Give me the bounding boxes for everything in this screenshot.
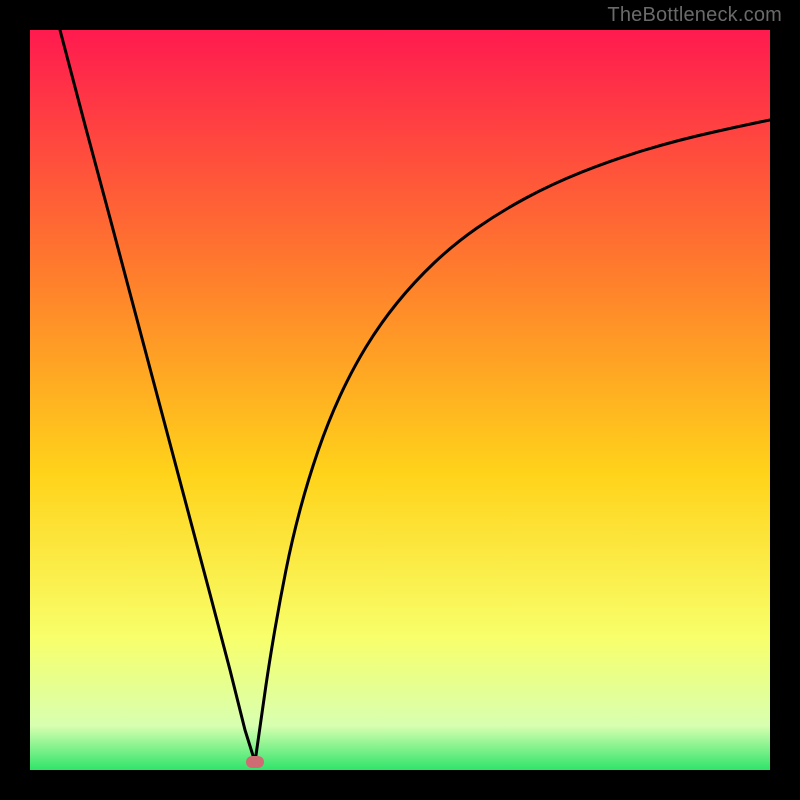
watermark-text: TheBottleneck.com bbox=[607, 4, 782, 27]
gradient-bg bbox=[30, 30, 770, 770]
plot-area bbox=[30, 30, 770, 770]
chart-svg bbox=[30, 30, 770, 770]
notch-marker bbox=[246, 756, 264, 768]
chart-frame: TheBottleneck.com bbox=[0, 0, 800, 800]
